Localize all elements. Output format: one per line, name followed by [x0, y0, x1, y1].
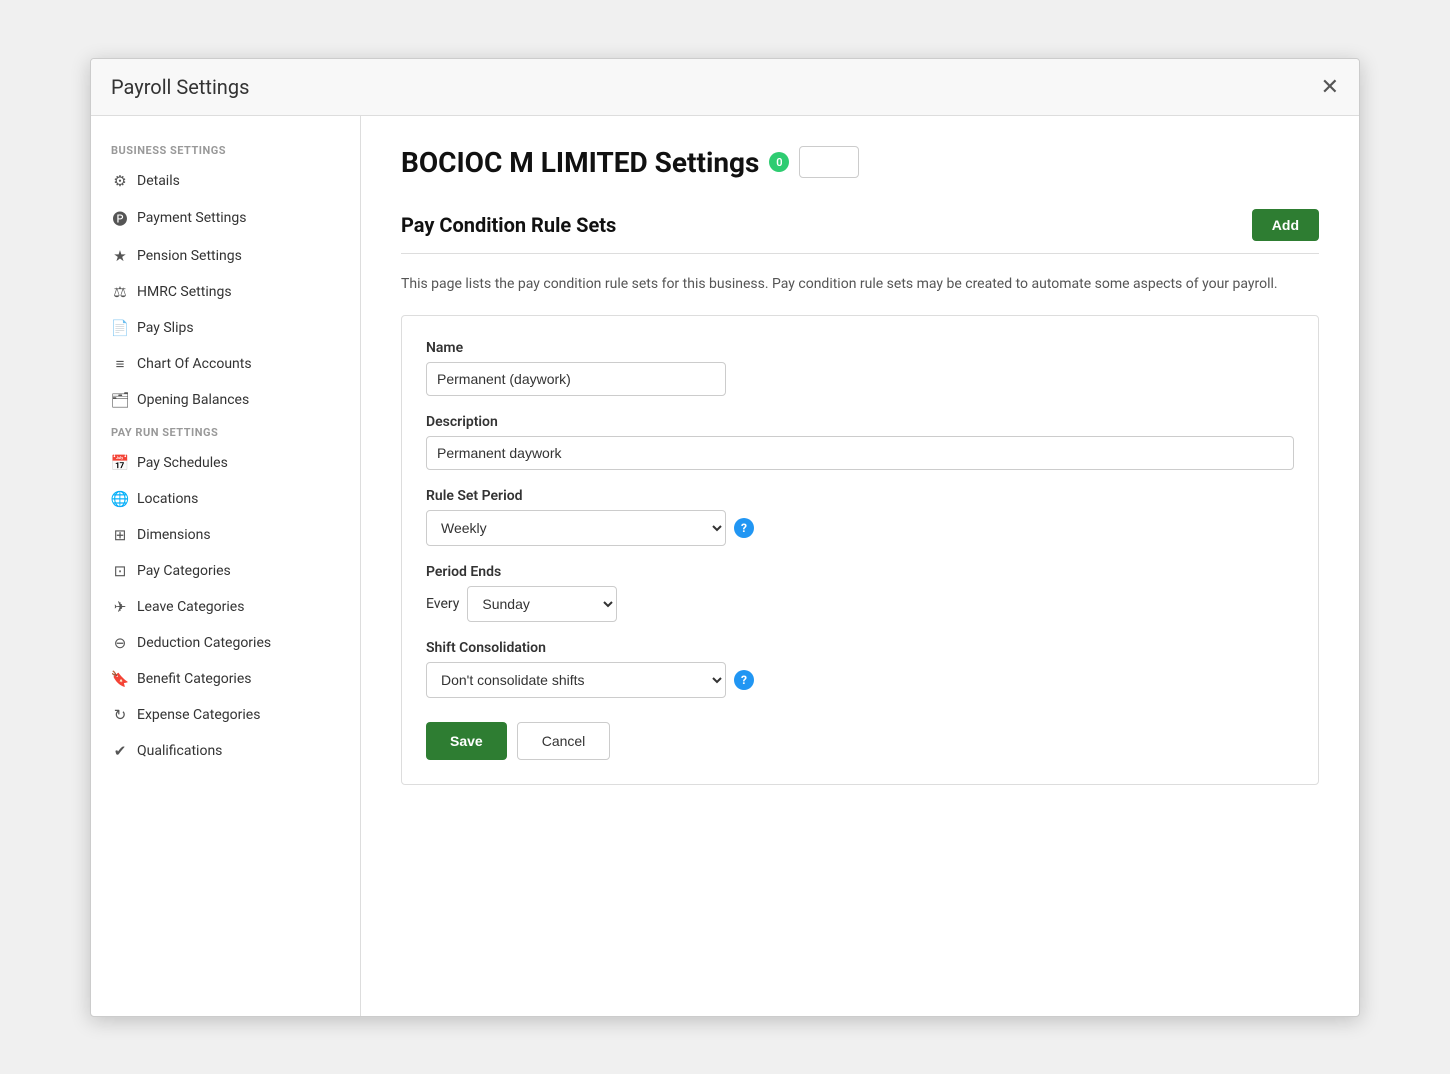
qualifications-icon: ✔ [111, 742, 129, 760]
sidebar-label-pension-settings: Pension Settings [137, 248, 242, 264]
every-label: Every [426, 596, 459, 612]
sidebar-label-leave-categories: Leave Categories [137, 599, 244, 615]
cancel-button[interactable]: Cancel [517, 722, 611, 760]
dimensions-icon: ⊞ [111, 526, 129, 544]
business-title: BOCIOC M LIMITED Settings [401, 146, 759, 179]
sidebar-item-pay-slips[interactable]: 📄 Pay Slips [91, 310, 360, 346]
sidebar-item-pension-settings[interactable]: ★ Pension Settings [91, 238, 360, 274]
sidebar-section-business: BUSINESS SETTINGS [91, 136, 360, 163]
sidebar: BUSINESS SETTINGS ⚙ Details 🅟 Payment Se… [91, 116, 361, 1016]
chart-icon: ≡ [111, 355, 129, 373]
leave-icon: ✈ [111, 598, 129, 616]
title-box [799, 146, 859, 178]
sidebar-label-pay-schedules: Pay Schedules [137, 455, 228, 471]
gear-icon: ⚙ [111, 172, 129, 190]
form-group-shift-consolidation: Shift Consolidation Don't consolidate sh… [426, 640, 1294, 698]
payroll-settings-modal: Payroll Settings ✕ BUSINESS SETTINGS ⚙ D… [90, 58, 1360, 1017]
hmrc-icon: ⚖ [111, 283, 129, 301]
form-actions: Save Cancel [426, 722, 1294, 760]
rule-set-period-label: Rule Set Period [426, 488, 1294, 504]
sidebar-label-hmrc-settings: HMRC Settings [137, 284, 232, 300]
modal-title: Payroll Settings [111, 75, 249, 99]
sidebar-label-details: Details [137, 173, 180, 189]
sidebar-label-dimensions: Dimensions [137, 527, 211, 543]
sidebar-label-chart-of-accounts: Chart Of Accounts [137, 356, 252, 372]
sidebar-item-deduction-categories[interactable]: ⊖ Deduction Categories [91, 625, 360, 661]
shift-consolidation-select[interactable]: Don't consolidate shifts Consolidate shi… [426, 662, 726, 698]
save-button[interactable]: Save [426, 722, 507, 760]
pension-icon: ★ [111, 247, 129, 265]
period-ends-row: Every Sunday Monday Tuesday Wednesday Th… [426, 586, 1294, 622]
shift-consolidation-help-icon[interactable]: ? [734, 670, 754, 690]
sidebar-label-deduction-categories: Deduction Categories [137, 635, 271, 651]
sidebar-label-opening-balances: Opening Balances [137, 392, 249, 408]
rule-set-period-row: Weekly Fortnightly Monthly Four Weekly ? [426, 510, 1294, 546]
form-group-name: Name [426, 340, 1294, 396]
rule-set-period-select[interactable]: Weekly Fortnightly Monthly Four Weekly [426, 510, 726, 546]
payment-icon: 🅟 [111, 208, 129, 229]
form-group-period-ends: Period Ends Every Sunday Monday Tuesday … [426, 564, 1294, 622]
rule-set-period-help-icon[interactable]: ? [734, 518, 754, 538]
shift-consolidation-row: Don't consolidate shifts Consolidate shi… [426, 662, 1294, 698]
divider [401, 253, 1319, 254]
description-input[interactable] [426, 436, 1294, 470]
sidebar-label-payment-settings: Payment Settings [137, 210, 247, 226]
sidebar-item-leave-categories[interactable]: ✈ Leave Categories [91, 589, 360, 625]
form-card: Name Description Rule Set Period Weekly … [401, 315, 1319, 785]
calendar-icon: 📅 [111, 454, 129, 472]
shift-consolidation-label: Shift Consolidation [426, 640, 1294, 656]
sidebar-item-pay-categories[interactable]: ⊡ Pay Categories [91, 553, 360, 589]
sidebar-item-expense-categories[interactable]: ↻ Expense Categories [91, 697, 360, 733]
sidebar-item-benefit-categories[interactable]: 🔖 Benefit Categories [91, 661, 360, 697]
payslip-icon: 📄 [111, 319, 129, 337]
sidebar-item-opening-balances[interactable]: 🗂 Opening Balances [91, 382, 360, 418]
close-button[interactable]: ✕ [1321, 76, 1339, 98]
business-title-row: BOCIOC M LIMITED Settings 0 [401, 146, 1319, 179]
sidebar-item-qualifications[interactable]: ✔ Qualifications [91, 733, 360, 769]
period-ends-label: Period Ends [426, 564, 1294, 580]
modal-body: BUSINESS SETTINGS ⚙ Details 🅟 Payment Se… [91, 116, 1359, 1016]
sidebar-label-benefit-categories: Benefit Categories [137, 671, 252, 687]
sidebar-item-pay-schedules[interactable]: 📅 Pay Schedules [91, 445, 360, 481]
name-label: Name [426, 340, 1294, 356]
sidebar-item-payment-settings[interactable]: 🅟 Payment Settings [91, 199, 360, 238]
opening-balances-icon: 🗂 [111, 391, 129, 409]
badge-count: 0 [769, 152, 789, 172]
sidebar-label-qualifications: Qualifications [137, 743, 222, 759]
form-group-description: Description [426, 414, 1294, 470]
main-content: BOCIOC M LIMITED Settings 0 Pay Conditio… [361, 116, 1359, 1016]
sidebar-label-locations: Locations [137, 491, 198, 507]
expense-icon: ↻ [111, 706, 129, 724]
description-label: Description [426, 414, 1294, 430]
sidebar-label-expense-categories: Expense Categories [137, 707, 260, 723]
name-input[interactable] [426, 362, 726, 396]
sidebar-label-pay-slips: Pay Slips [137, 320, 194, 336]
benefit-icon: 🔖 [111, 670, 129, 688]
page-title: Pay Condition Rule Sets [401, 213, 616, 237]
sidebar-item-hmrc-settings[interactable]: ⚖ HMRC Settings [91, 274, 360, 310]
sidebar-item-dimensions[interactable]: ⊞ Dimensions [91, 517, 360, 553]
sidebar-label-pay-categories: Pay Categories [137, 563, 231, 579]
add-button[interactable]: Add [1252, 209, 1319, 241]
deduction-icon: ⊖ [111, 634, 129, 652]
page-description: This page lists the pay condition rule s… [401, 274, 1319, 295]
sidebar-item-details[interactable]: ⚙ Details [91, 163, 360, 199]
sidebar-item-chart-of-accounts[interactable]: ≡ Chart Of Accounts [91, 346, 360, 382]
modal-header: Payroll Settings ✕ [91, 59, 1359, 116]
globe-icon: 🌐 [111, 490, 129, 508]
pay-categories-icon: ⊡ [111, 562, 129, 580]
sidebar-item-locations[interactable]: 🌐 Locations [91, 481, 360, 517]
page-header-row: Pay Condition Rule Sets Add [401, 209, 1319, 241]
sidebar-section-payrun: PAY RUN SETTINGS [91, 418, 360, 445]
period-ends-select[interactable]: Sunday Monday Tuesday Wednesday Thursday… [467, 586, 617, 622]
form-group-rule-set-period: Rule Set Period Weekly Fortnightly Month… [426, 488, 1294, 546]
